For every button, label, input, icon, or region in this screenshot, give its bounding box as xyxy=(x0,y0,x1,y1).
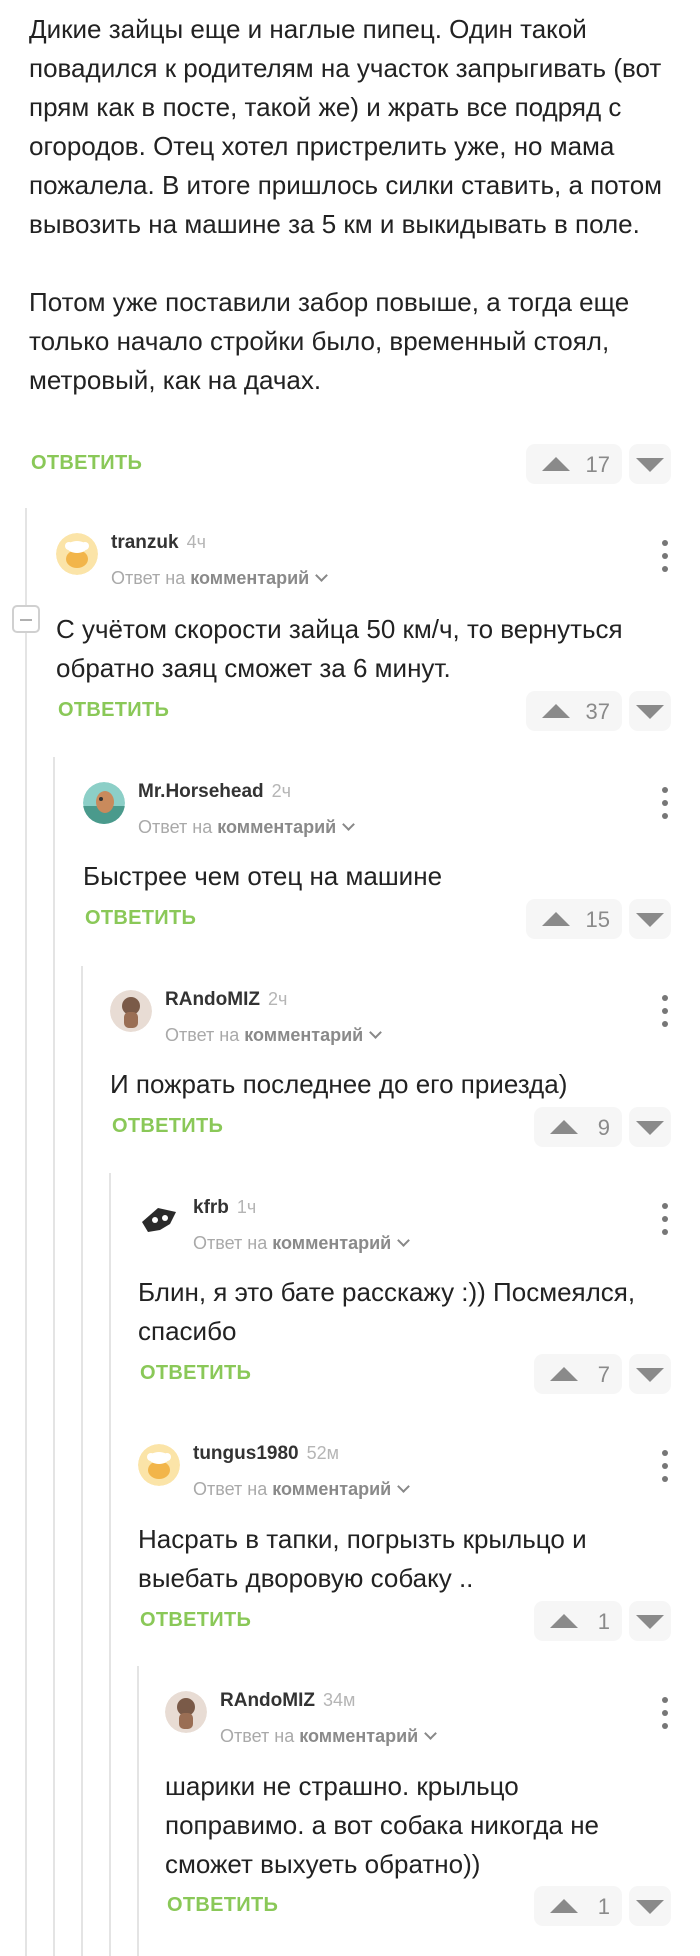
arrow-down-icon xyxy=(636,705,664,719)
comment-time: 1ч xyxy=(236,1197,257,1217)
upvote-button[interactable]: 9 xyxy=(534,1107,622,1147)
upvote-button[interactable]: 7 xyxy=(534,1354,622,1394)
upvote-button[interactable]: 17 xyxy=(526,444,622,484)
reply-to-link[interactable]: Ответ на комментарий xyxy=(220,1726,438,1747)
arrow-up-icon xyxy=(542,457,570,471)
reply-to-link[interactable]: Ответ на комментарий xyxy=(138,817,356,838)
chevron-down-icon xyxy=(424,1727,438,1740)
photo-avatar[interactable] xyxy=(165,1691,207,1733)
collapse-thread-button[interactable] xyxy=(12,605,40,633)
more-options-icon[interactable] xyxy=(660,1450,670,1482)
reply-button[interactable]: ОТВЕТИТЬ xyxy=(31,452,142,475)
reply-button[interactable]: ОТВЕТИТЬ xyxy=(58,699,169,722)
downvote-button[interactable] xyxy=(629,691,671,731)
upvote-button[interactable]: 1 xyxy=(534,1886,622,1926)
arrow-up-icon xyxy=(550,1899,578,1913)
comment-time: 52м xyxy=(306,1443,339,1463)
upvote-button[interactable]: 1 xyxy=(534,1601,622,1641)
thread-line xyxy=(109,1173,111,1956)
arrow-down-icon xyxy=(636,1900,664,1914)
comment-author[interactable]: tranzuk 4ч xyxy=(111,532,206,554)
chevron-down-icon xyxy=(397,1480,411,1493)
downvote-button[interactable] xyxy=(629,444,671,484)
reply-button[interactable]: ОТВЕТИТЬ xyxy=(140,1362,251,1385)
mask-avatar[interactable] xyxy=(138,1198,180,1240)
comment-actions: ОТВЕТИТЬ 7 xyxy=(140,1354,671,1394)
comment-actions: ОТВЕТИТЬ 9 xyxy=(112,1107,671,1147)
arrow-up-icon xyxy=(550,1120,578,1134)
comment-author[interactable]: Mr.Horsehead 2ч xyxy=(138,781,291,803)
arrow-up-icon xyxy=(550,1614,578,1628)
arrow-up-icon xyxy=(542,704,570,718)
arrow-down-icon xyxy=(636,1615,664,1629)
reply-to-link[interactable]: Ответ на комментарий xyxy=(165,1025,383,1046)
comment-text: Дикие зайцы еще и наглые пипец. Один так… xyxy=(29,14,663,395)
thread-line xyxy=(53,757,55,1956)
reply-to-link[interactable]: Ответ на комментарий xyxy=(193,1233,411,1254)
comment-text: С учётом скорости зайца 50 км/ч, то верн… xyxy=(56,614,623,683)
vote-count: 15 xyxy=(585,907,610,932)
comment-actions: ОТВЕТИТЬ 1 xyxy=(167,1886,671,1926)
comment-author[interactable]: tungus1980 52м xyxy=(193,1443,339,1465)
vote-count: 1 xyxy=(597,1894,610,1919)
vote-count: 7 xyxy=(597,1362,610,1387)
reply-button[interactable]: ОТВЕТИТЬ xyxy=(140,1609,251,1632)
comment-actions: ОТВЕТИТЬ 15 xyxy=(85,899,671,939)
comment-text: Блин, я это бате расскажу :)) Посмеялся,… xyxy=(138,1277,636,1346)
comment-actions: ОТВЕТИТЬ 1 xyxy=(140,1601,671,1641)
comment-actions: ОТВЕТИТЬ 37 xyxy=(58,691,671,731)
more-options-icon[interactable] xyxy=(660,787,670,819)
arrow-up-icon xyxy=(542,912,570,926)
downvote-button[interactable] xyxy=(629,1601,671,1641)
more-options-icon[interactable] xyxy=(660,540,670,572)
comment-author[interactable]: RAndoMIZ 2ч xyxy=(165,989,287,1011)
comment-author[interactable]: RAndoMIZ 34м xyxy=(220,1690,355,1712)
downvote-button[interactable] xyxy=(629,1354,671,1394)
arrow-down-icon xyxy=(636,1121,664,1135)
comment-author[interactable]: kfrb 1ч xyxy=(193,1197,256,1219)
reply-button[interactable]: ОТВЕТИТЬ xyxy=(85,907,196,930)
arrow-down-icon xyxy=(636,458,664,472)
photo-avatar[interactable] xyxy=(110,990,152,1032)
comment-actions: ОТВЕТИТЬ 17 xyxy=(31,444,671,484)
downvote-button[interactable] xyxy=(629,899,671,939)
thread-line xyxy=(137,1666,139,1956)
reply-button[interactable]: ОТВЕТИТЬ xyxy=(112,1115,223,1138)
more-options-icon[interactable] xyxy=(660,995,670,1027)
reply-button[interactable]: ОТВЕТИТЬ xyxy=(167,1894,278,1917)
chevron-down-icon xyxy=(397,1234,411,1247)
thread-line xyxy=(81,966,83,1956)
upvote-button[interactable]: 37 xyxy=(526,691,622,731)
vote-count: 17 xyxy=(585,452,610,477)
photo-avatar[interactable] xyxy=(83,782,125,824)
upvote-button[interactable]: 15 xyxy=(526,899,622,939)
arrow-up-icon xyxy=(550,1367,578,1381)
reply-to-link[interactable]: Ответ на комментарий xyxy=(111,568,329,589)
comment-time: 2ч xyxy=(271,781,292,801)
comment-text: Насрать в тапки, погрызть крыльцо и выеб… xyxy=(138,1524,587,1593)
more-options-icon[interactable] xyxy=(660,1697,670,1729)
vote-count: 9 xyxy=(597,1115,610,1140)
comment-time: 4ч xyxy=(186,532,206,552)
reply-to-link[interactable]: Ответ на комментарий xyxy=(193,1479,411,1500)
comment-text: И пожрать последнее до его приезда) xyxy=(110,1069,568,1099)
downvote-button[interactable] xyxy=(629,1107,671,1147)
comment-text: Быстрее чем отец на машине xyxy=(83,861,443,891)
chevron-down-icon xyxy=(369,1026,383,1039)
arrow-down-icon xyxy=(636,913,664,927)
comment-time: 34м xyxy=(322,1690,356,1710)
comment-time: 2ч xyxy=(267,989,288,1009)
chef-hat-avatar[interactable] xyxy=(138,1444,180,1486)
vote-count: 37 xyxy=(585,699,610,724)
vote-count: 1 xyxy=(597,1609,610,1634)
chevron-down-icon xyxy=(342,818,356,831)
comment-text: шарики не страшно. крыльцо поправимо. а … xyxy=(165,1771,600,1879)
chevron-down-icon xyxy=(315,569,329,582)
downvote-button[interactable] xyxy=(629,1886,671,1926)
more-options-icon[interactable] xyxy=(660,1203,670,1235)
chef-hat-avatar[interactable] xyxy=(56,533,98,575)
thread-line xyxy=(25,508,27,1956)
arrow-down-icon xyxy=(636,1368,664,1382)
